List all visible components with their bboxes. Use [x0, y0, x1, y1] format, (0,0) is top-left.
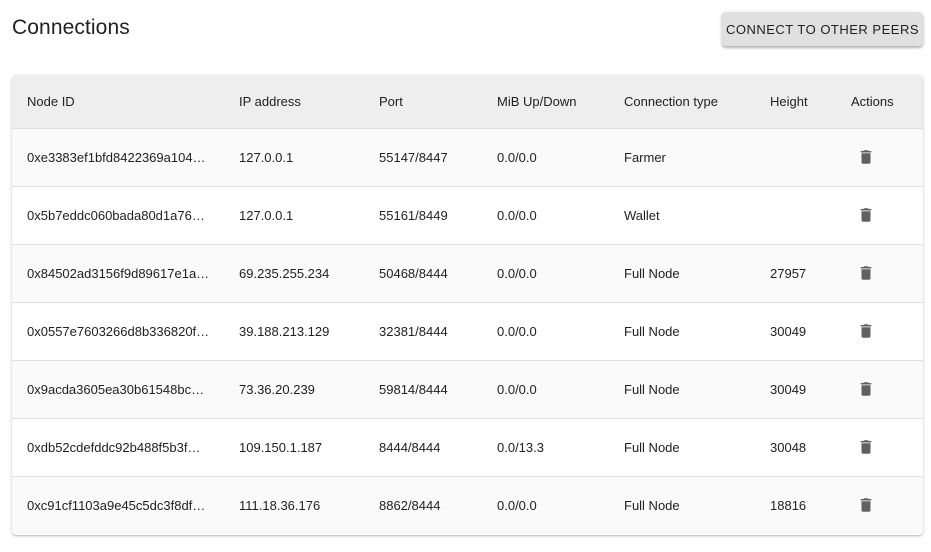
trash-icon	[860, 208, 872, 222]
trash-icon	[860, 498, 872, 512]
height-cell	[755, 128, 836, 186]
table-body: 0xe3383ef1bfd8422369a104… 127.0.0.1 5514…	[12, 128, 923, 534]
connection-type-cell: Full Node	[624, 323, 680, 339]
connection-type-cell: Wallet	[624, 207, 660, 223]
mib-up-down-cell: 0.0/0.0	[497, 323, 537, 339]
height-cell: 30049	[770, 381, 807, 397]
actions-cell	[836, 302, 923, 360]
node-id-cell: 0x0557e7603266d8b336820f…	[27, 323, 210, 339]
port-cell: 50468/8444	[379, 265, 448, 281]
column-header-mib-up-down: MiB Up/Down	[497, 93, 577, 109]
ip-address-cell: 73.36.20.239	[239, 381, 315, 397]
connection-type-cell: Full Node	[624, 265, 680, 281]
mib-up-down-cell: 0.0/13.3	[497, 439, 544, 455]
trash-icon	[860, 382, 872, 396]
port-cell: 55147/8447	[379, 149, 448, 165]
node-id-cell: 0x84502ad3156f9d89617e1a…	[27, 265, 210, 281]
column-header-actions: Actions	[851, 93, 894, 109]
actions-cell	[836, 476, 923, 534]
node-id-cell: 0xdb52cdefddc92b488f5b3f…	[27, 439, 201, 455]
delete-connection-button[interactable]	[852, 491, 880, 519]
table-row: 0xe3383ef1bfd8422369a104… 127.0.0.1 5514…	[12, 128, 923, 186]
connection-type-cell: Full Node	[624, 439, 680, 455]
ip-address-cell: 127.0.0.1	[239, 207, 294, 223]
delete-connection-button[interactable]	[852, 259, 880, 287]
table-row: 0xdb52cdefddc92b488f5b3f… 109.150.1.187 …	[12, 418, 923, 476]
page-title: Connections	[12, 16, 130, 39]
height-cell	[755, 186, 836, 244]
delete-connection-button[interactable]	[852, 375, 880, 403]
height-cell: 18816	[770, 497, 807, 513]
table-header-row: Node ID IP address Port MiB Up/Down Conn…	[12, 75, 923, 128]
port-cell: 32381/8444	[379, 323, 448, 339]
mib-up-down-cell: 0.0/0.0	[497, 381, 537, 397]
ip-address-cell: 111.18.36.176	[239, 497, 321, 513]
port-cell: 8444/8444	[379, 439, 441, 455]
ip-address-cell: 69.235.255.234	[239, 265, 330, 281]
table-row: 0x84502ad3156f9d89617e1a… 69.235.255.234…	[12, 244, 923, 302]
node-id-cell: 0xc91cf1103a9e45c5dc3f8df…	[27, 497, 206, 513]
connections-table: Node ID IP address Port MiB Up/Down Conn…	[12, 75, 923, 534]
ip-address-cell: 109.150.1.187	[239, 439, 323, 455]
actions-cell	[836, 128, 923, 186]
mib-up-down-cell: 0.0/0.0	[497, 265, 537, 281]
delete-connection-button[interactable]	[852, 201, 880, 229]
node-id-cell: 0xe3383ef1bfd8422369a104…	[27, 149, 206, 165]
actions-cell	[836, 360, 923, 418]
delete-connection-button[interactable]	[852, 433, 880, 461]
mib-up-down-cell: 0.0/0.0	[497, 497, 537, 513]
connection-type-cell: Farmer	[624, 149, 666, 165]
connection-type-cell: Full Node	[624, 381, 680, 397]
delete-connection-button[interactable]	[852, 143, 880, 171]
node-id-cell: 0x9acda3605ea30b61548bc…	[27, 381, 205, 397]
trash-icon	[860, 324, 872, 338]
connection-type-cell: Full Node	[624, 497, 680, 513]
height-cell: 27957	[770, 265, 807, 281]
connect-to-other-peers-button[interactable]: Connect to other peers	[722, 12, 923, 46]
port-cell: 59814/8444	[379, 381, 448, 397]
height-cell: 30049	[770, 323, 807, 339]
connections-page: Connections Connect to other peers Node …	[0, 0, 931, 552]
actions-cell	[836, 244, 923, 302]
port-cell: 8862/8444	[379, 497, 441, 513]
actions-cell	[836, 418, 923, 476]
mib-up-down-cell: 0.0/0.0	[497, 207, 537, 223]
column-header-node-id: Node ID	[27, 93, 75, 109]
connections-table-card: Node ID IP address Port MiB Up/Down Conn…	[12, 75, 923, 535]
table-row: 0xc91cf1103a9e45c5dc3f8df… 111.18.36.176…	[12, 476, 923, 534]
actions-cell	[836, 186, 923, 244]
trash-icon	[860, 440, 872, 454]
column-header-port: Port	[379, 93, 403, 109]
port-cell: 55161/8449	[379, 207, 448, 223]
trash-icon	[860, 150, 872, 164]
height-cell: 30048	[770, 439, 807, 455]
column-header-height: Height	[770, 93, 808, 109]
trash-icon	[860, 266, 872, 280]
table-row: 0x0557e7603266d8b336820f… 39.188.213.129…	[12, 302, 923, 360]
column-header-ip-address: IP address	[239, 93, 301, 109]
mib-up-down-cell: 0.0/0.0	[497, 149, 537, 165]
table-row: 0x9acda3605ea30b61548bc… 73.36.20.239 59…	[12, 360, 923, 418]
node-id-cell: 0x5b7eddc060bada80d1a76…	[27, 207, 205, 223]
ip-address-cell: 39.188.213.129	[239, 323, 330, 339]
ip-address-cell: 127.0.0.1	[239, 149, 294, 165]
table-row: 0x5b7eddc060bada80d1a76… 127.0.0.1 55161…	[12, 186, 923, 244]
delete-connection-button[interactable]	[852, 317, 880, 345]
column-header-connection-type: Connection type	[624, 93, 718, 109]
